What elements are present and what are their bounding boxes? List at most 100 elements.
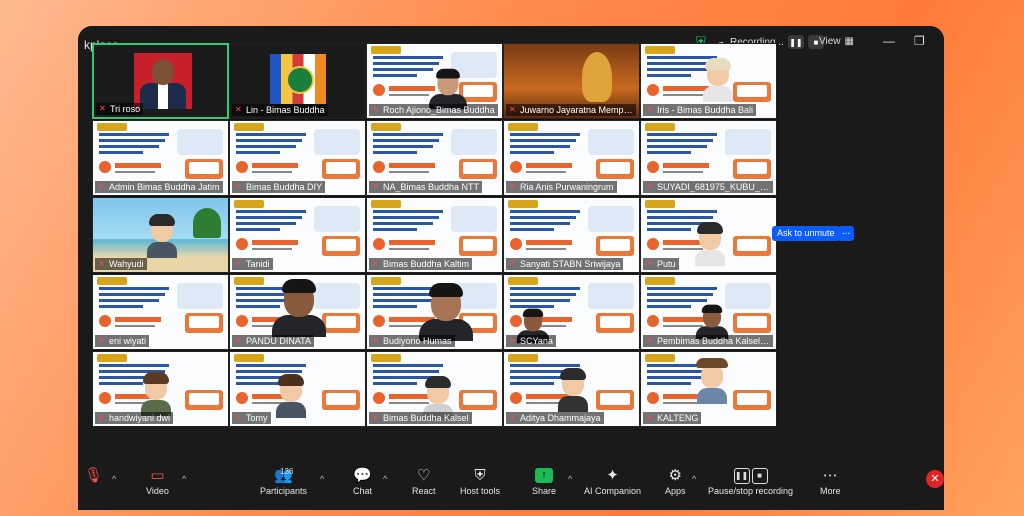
video-button[interactable]: ▭ Video xyxy=(146,466,169,496)
participant-tile[interactable]: ✕ Budiyono Humas xyxy=(366,274,503,350)
participant-tile[interactable]: ✕ SCYana xyxy=(503,274,640,350)
participant-avatar xyxy=(693,220,727,266)
mic-muted-icon: ✕ xyxy=(646,413,653,422)
mic-muted-icon: ✕ xyxy=(372,259,379,268)
ai-companion-label: AI Companion xyxy=(584,486,642,496)
participant-tile[interactable]: ✕ Tri roso xyxy=(92,43,229,119)
participant-tile[interactable]: ✕ Pembimas Buddha Kalsel - J... xyxy=(640,274,777,350)
participant-tile[interactable]: ✕ Wahyudi xyxy=(92,197,229,273)
mic-muted-icon: ✕ xyxy=(509,105,516,114)
gallery-grid: ✕ Tri roso ✕ Lin - Bimas Buddha ✕ Roch Ajio… xyxy=(92,43,778,427)
participants-count: 136 xyxy=(280,467,294,476)
more-label: More xyxy=(820,486,841,496)
participant-tile[interactable]: ✕ Sanyati STABN Sriwijaya xyxy=(503,197,640,273)
participant-name: ✕ Tanidi xyxy=(232,258,273,270)
participant-name: ✕ handwiyani dwi xyxy=(95,412,174,424)
restore-icon[interactable]: ❐ xyxy=(914,34,925,48)
shield-icon: ⛨ xyxy=(474,467,486,484)
participant-tile[interactable]: ✕ Bimas Buddha DIY xyxy=(229,120,366,196)
sparkle-icon: ✦ xyxy=(606,467,619,484)
chevron-up-icon[interactable]: ^ xyxy=(112,474,116,484)
participants-label: Participants xyxy=(260,486,308,496)
participant-name: ✕ KALTENG xyxy=(643,412,702,424)
participant-tile[interactable]: ✕ Bimas Buddha Kalsel xyxy=(366,351,503,427)
mic-muted-icon: ✕ xyxy=(509,259,516,268)
participant-name: ✕ Ria Anis Purwaningrum xyxy=(506,181,617,193)
pause-stop-recording-label: Pause/stop recording xyxy=(708,486,794,496)
host-tools-button[interactable]: ⛨ Host tools xyxy=(460,466,500,496)
participant-name: ✕ Wahyudi xyxy=(95,258,147,270)
participant-name: ✕ Bimas Buddha DIY xyxy=(232,181,326,193)
participant-name: ✕ Pembimas Buddha Kalsel - J... xyxy=(643,335,773,347)
apps-icon: ⚙ xyxy=(668,467,682,484)
ai-companion-button[interactable]: ✦ AI Companion xyxy=(584,466,641,496)
participant-tile[interactable]: ✕ eni wiyati xyxy=(92,274,229,350)
share-screen-icon: ↑ xyxy=(535,468,554,483)
participant-tile[interactable]: ✕ KALTENG xyxy=(640,351,777,427)
participant-name: ✕ Lin - Bimas Buddha xyxy=(232,104,328,116)
pause-stop-recording-button[interactable]: ❚❚ ■ Pause/stop recording xyxy=(708,466,793,496)
participant-avatar xyxy=(139,370,173,416)
participant-name: ✕ NA_Bimas Buddha NTT xyxy=(369,181,483,193)
mic-muted-icon: ✕ xyxy=(646,259,653,268)
participant-tile[interactable]: ✕ Roch Ajiono_Bimas Buddha xyxy=(366,43,503,119)
participant-tile[interactable]: ✕ Juwarno Jayaratna Mempaw... xyxy=(503,43,640,119)
mic-muted-icon: ✕ xyxy=(372,413,379,422)
participant-tile[interactable]: ✕ Tanidi xyxy=(229,197,366,273)
chevron-up-icon[interactable]: ^ xyxy=(692,474,696,484)
heart-icon: ♡ xyxy=(417,467,431,484)
pause-icon[interactable]: ❚❚ xyxy=(787,35,804,49)
mic-muted-icon: ✕ xyxy=(372,182,379,191)
video-off-icon: ▭ xyxy=(150,467,165,484)
participant-tile[interactable]: ✕ NA_Bimas Buddha NTT xyxy=(366,120,503,196)
mic-muted-icon: ✕ xyxy=(98,413,105,422)
mic-button[interactable]: 🎙 xyxy=(84,466,103,486)
participants-button[interactable]: 👥 136 Participants xyxy=(260,466,307,496)
more-options-button[interactable]: ... xyxy=(838,226,854,241)
chevron-up-icon[interactable]: ^ xyxy=(182,474,186,484)
chevron-up-icon[interactable]: ^ xyxy=(320,474,324,484)
mic-muted-icon: ✕ xyxy=(372,336,379,345)
participant-tile[interactable]: ✕ PANDU DINATA xyxy=(229,274,366,350)
participant-tile[interactable]: ✕ handwiyani dwi xyxy=(92,351,229,427)
participant-name: ✕ Tomy xyxy=(232,412,271,424)
participant-tile[interactable]: ✕ Aditya Dhammajaya xyxy=(503,351,640,427)
minimize-icon[interactable]: — xyxy=(883,34,895,48)
participant-name: ✕ Bimas Buddha Kalsel xyxy=(369,412,472,424)
share-button[interactable]: ↑ Share xyxy=(532,466,556,496)
participant-name: ✕ Putu xyxy=(643,258,679,270)
view-button[interactable]: View ▦ xyxy=(819,36,854,47)
participant-tile[interactable]: ✕ Bimas Buddha Kaltim xyxy=(366,197,503,273)
participant-tile[interactable]: ✕ Ria Anis Purwaningrum xyxy=(503,120,640,196)
participant-avatar xyxy=(701,56,735,102)
apps-label: Apps xyxy=(665,486,686,496)
more-button[interactable]: ⋯ More xyxy=(820,466,841,496)
apps-button[interactable]: ⚙ Apps xyxy=(665,466,686,496)
share-label: Share xyxy=(532,486,557,496)
mic-muted-icon: ✕ xyxy=(98,182,105,191)
mic-muted-icon: ✕ xyxy=(646,105,653,114)
participant-tile[interactable]: ✕ Admin Bimas Buddha Jatim xyxy=(92,120,229,196)
participant-tile[interactable]: ✕ Iris - Bimas Buddha Bali xyxy=(640,43,777,119)
chevron-up-icon[interactable]: ^ xyxy=(568,474,572,484)
participant-video xyxy=(419,283,473,341)
participant-tile[interactable]: ✕ Tomy xyxy=(229,351,366,427)
mic-muted-icon: ✕ xyxy=(235,182,242,191)
chat-button[interactable]: 💬 Chat xyxy=(353,466,372,496)
recording-controls-icon: ❚❚ ■ xyxy=(733,466,768,486)
participant-name: ✕ Tri roso xyxy=(96,103,144,115)
mic-muted-icon: ✕ xyxy=(235,336,242,345)
grid-icon: ▦ xyxy=(844,36,854,47)
react-button[interactable]: ♡ React xyxy=(412,466,436,496)
participant-name: ✕ Juwarno Jayaratna Mempaw... xyxy=(506,104,636,116)
ask-to-unmute-button[interactable]: Ask to unmute xyxy=(772,226,840,241)
participant-tile[interactable]: ✕ SUYADI_681975_KUBU_RAYA xyxy=(640,120,777,196)
chevron-up-icon[interactable]: ^ xyxy=(383,474,387,484)
participant-tile[interactable]: ✕ Lin - Bimas Buddha xyxy=(229,43,366,119)
end-meeting-icon[interactable]: ✕ xyxy=(926,470,944,488)
participant-name: ✕ Roch Ajiono_Bimas Buddha xyxy=(369,104,498,116)
participant-name: ✕ PANDU DINATA xyxy=(232,335,315,347)
view-label: View xyxy=(819,36,841,47)
participant-name: ✕ Iris - Bimas Buddha Bali xyxy=(643,104,757,116)
participant-tile[interactable]: ✕ Putu xyxy=(640,197,777,273)
